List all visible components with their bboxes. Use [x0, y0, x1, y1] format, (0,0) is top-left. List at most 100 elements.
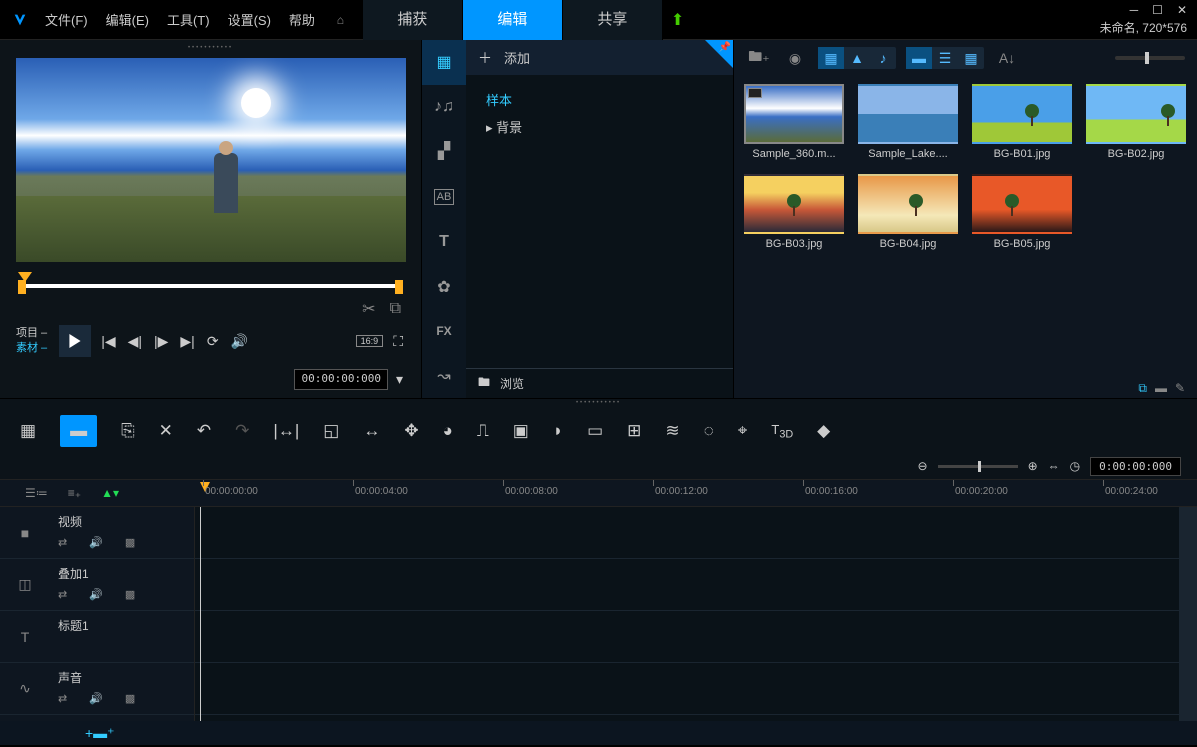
thumb-size-slider[interactable] [1115, 56, 1185, 60]
subtitle-icon[interactable]: ▭ [587, 421, 603, 441]
crop-icon[interactable]: ◱ [323, 421, 339, 441]
resize-icon[interactable]: ↔ [363, 421, 380, 441]
home-button[interactable]: ⌂ [323, 0, 358, 40]
volume-button[interactable]: 🔊 [229, 331, 250, 352]
preview-mode-labels[interactable]: 项目 – 素材 – [16, 326, 51, 356]
thumb-5[interactable]: BG-B04.jpg [858, 174, 958, 250]
camera-icon[interactable]: ◉ [782, 47, 808, 69]
storyboard-view-icon[interactable]: ▦ [20, 421, 36, 441]
timeline-view-icon[interactable]: ▬ [60, 415, 97, 447]
nav-fx-icon[interactable]: FX [422, 309, 466, 354]
split-icon[interactable]: ⧉ [390, 300, 401, 318]
thumb-2[interactable]: BG-B01.jpg [972, 84, 1072, 160]
browse-bar[interactable]: 🖿 浏览 [466, 368, 733, 398]
scrollbar-y[interactable] [1179, 507, 1197, 721]
track-lane[interactable] [195, 611, 1179, 663]
timeline-ruler[interactable]: 00:00:00:0000:00:04:0000:00:08:0000:00:1… [195, 480, 1197, 506]
nav-transitions-icon[interactable]: ▞ [422, 129, 466, 174]
tab-edit[interactable]: 编辑 [463, 0, 563, 40]
trim-bar[interactable] [18, 278, 403, 293]
nav-audio-icon[interactable]: ♪♫ [422, 85, 466, 130]
filter-photo-icon[interactable]: ▲ [844, 47, 870, 69]
go-end-button[interactable]: ▶| [178, 331, 196, 352]
loop-button[interactable]: ⟳ [205, 331, 221, 352]
fit-icon[interactable]: |↔| [273, 421, 299, 441]
track-head-title[interactable]: T 标题1 [0, 611, 194, 663]
nav-media-icon[interactable]: ▦ [422, 40, 466, 85]
tab-capture[interactable]: 捕获 [363, 0, 463, 40]
filter-audio-icon[interactable]: ♪ [870, 47, 896, 69]
fit-project-icon[interactable]: ⇔ [1048, 459, 1060, 473]
rasterize-icon[interactable]: ▩ [125, 588, 135, 601]
menu-help[interactable]: 帮助 [289, 10, 315, 29]
expand-icon[interactable]: ⛶ [391, 331, 405, 352]
menu-file[interactable]: 文件(F) [45, 10, 88, 29]
track-enable-icon[interactable]: ▲▾ [101, 486, 119, 500]
motion-icon[interactable]: ≋ [665, 421, 679, 441]
zoom-in-icon[interactable]: ⊕ [1028, 459, 1038, 473]
upload-icon[interactable]: ⬆ [671, 10, 684, 30]
color-icon[interactable]: ◕ [443, 421, 453, 441]
track-opt1-icon[interactable]: ☰≔ [25, 486, 48, 500]
mute-icon[interactable]: 🔊 [89, 692, 103, 705]
mask-icon[interactable]: ◗ [553, 421, 563, 441]
clock-icon[interactable]: ◷ [1070, 459, 1080, 473]
view-grid-icon[interactable]: ▦ [958, 47, 984, 69]
track-motion-icon[interactable]: ◌ [704, 421, 714, 441]
undo-icon[interactable]: ↶ [197, 421, 211, 441]
next-frame-button[interactable]: |▶ [152, 331, 170, 352]
track-head-video[interactable]: ■ 视频 ⇄🔊▩ [0, 507, 194, 559]
menu-edit[interactable]: 编辑(E) [106, 10, 149, 29]
tree-background[interactable]: ▸ 背景 [466, 113, 733, 140]
batch-icon[interactable]: ⎘ [121, 421, 135, 441]
footer-icon-3[interactable]: ✎ [1175, 381, 1185, 395]
zoom-out-icon[interactable]: ⊖ [918, 459, 928, 473]
timecode-menu-icon[interactable]: ▾ [394, 369, 405, 390]
mute-icon[interactable]: 🔊 [89, 536, 103, 549]
nav-titles-ab-icon[interactable]: AB [434, 189, 454, 205]
track-lane[interactable] [195, 507, 1179, 559]
prev-frame-button[interactable]: ◀| [126, 331, 144, 352]
audio-wave-icon[interactable]: ⎍ [477, 421, 489, 441]
multi-icon[interactable]: ⊞ [627, 421, 641, 441]
thumb-4[interactable]: BG-B03.jpg [744, 174, 844, 250]
tab-share[interactable]: 共享 [563, 0, 663, 40]
nav-graphics-icon[interactable]: ✿ [422, 264, 466, 309]
cut-icon[interactable]: ✂ [362, 299, 375, 319]
import-icon[interactable]: 🖿₊ [746, 47, 772, 69]
filter-video-icon[interactable]: ▦ [818, 47, 844, 69]
chapter-icon[interactable]: ▣ [513, 421, 529, 441]
thumb-3[interactable]: BG-B02.jpg [1086, 84, 1186, 160]
track-opt2-icon[interactable]: ≡₊ [68, 486, 81, 500]
link-icon[interactable]: ⇄ [58, 692, 67, 705]
pin-icon[interactable]: 📌 [719, 42, 731, 53]
thumb-1[interactable]: Sample_Lake.... [858, 84, 958, 160]
menu-tools[interactable]: 工具(T) [167, 10, 210, 29]
tools-icon[interactable]: ✕ [159, 421, 173, 441]
link-icon[interactable]: ⇄ [58, 536, 67, 549]
link-icon[interactable]: ⇄ [58, 588, 67, 601]
aspect-ratio[interactable]: 16:9 [356, 335, 384, 347]
rasterize-icon[interactable]: ▩ [125, 692, 135, 705]
grip-icon[interactable]: ••••••••••• [0, 399, 1197, 409]
sort-icon[interactable]: A↓ [994, 47, 1020, 69]
preview-viewport[interactable] [16, 58, 406, 262]
tree-sample[interactable]: 样本 [466, 86, 733, 113]
3d-title-icon[interactable]: T3D [771, 422, 793, 441]
rasterize-icon[interactable]: ▩ [125, 536, 135, 549]
minimize-button[interactable]: ─ [1130, 3, 1139, 17]
add-bar[interactable]: ＋ 添加 📌 [466, 40, 733, 76]
redo-icon[interactable]: ↷ [235, 421, 249, 441]
preview-timecode[interactable]: 00:00:00:000 [294, 369, 387, 390]
track-head-overlay[interactable]: ◫ 叠加1 ⇄🔊▩ [0, 559, 194, 611]
track-lane[interactable] [195, 663, 1179, 715]
paint-icon[interactable]: ◆ [817, 421, 830, 441]
nav-path-icon[interactable]: ↝ [422, 353, 466, 398]
play-button[interactable] [59, 325, 91, 357]
maximize-button[interactable]: ☐ [1152, 3, 1163, 17]
footer-icon-1[interactable]: ⧉ [1138, 381, 1147, 396]
thumb-0[interactable]: Sample_360.m... [744, 84, 844, 160]
view-thumb-icon[interactable]: ▬ [906, 47, 932, 69]
close-button[interactable]: ✕ [1177, 3, 1187, 17]
track-head-audio[interactable]: ∿ 声音 ⇄🔊▩ [0, 663, 194, 715]
